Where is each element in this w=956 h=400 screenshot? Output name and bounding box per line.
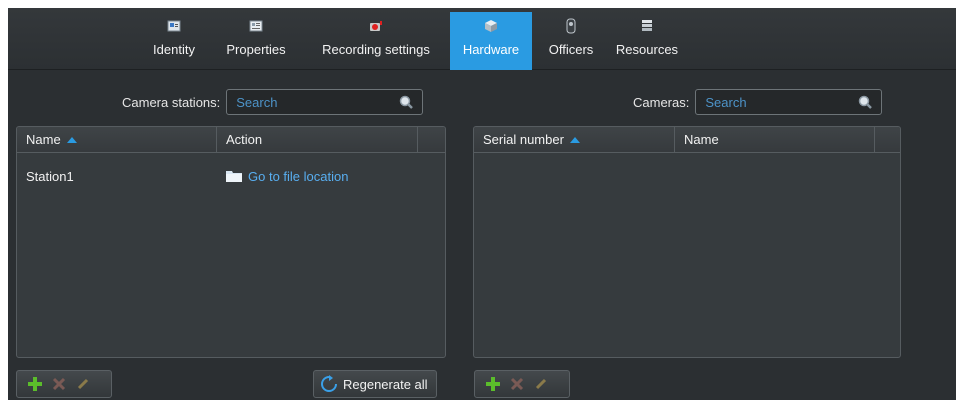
table-header: Serial number Name — [474, 127, 900, 153]
tab-label: Recording settings — [322, 42, 430, 57]
sort-ascending-icon — [569, 136, 580, 143]
tab-label: Identity — [153, 42, 195, 57]
sort-ascending-icon — [66, 136, 77, 143]
delete-camera-button[interactable] — [505, 373, 529, 395]
station-name-cell: Station1 — [26, 168, 74, 184]
delete-station-button[interactable] — [47, 373, 71, 395]
cameras-search-input[interactable] — [705, 94, 846, 110]
properties-icon — [248, 18, 264, 34]
camera-stations-label: Camera stations: — [122, 94, 221, 110]
cameras-table: Serial number Name — [473, 126, 901, 358]
column-header-action[interactable]: Action — [217, 127, 418, 152]
delete-x-icon — [52, 377, 66, 391]
plus-icon — [28, 377, 42, 391]
resources-server-icon — [639, 18, 655, 34]
add-camera-button[interactable] — [481, 373, 505, 395]
add-station-button[interactable] — [23, 373, 47, 395]
hardware-box-icon — [483, 18, 499, 34]
refresh-icon — [321, 375, 337, 392]
tab-properties[interactable]: Properties — [220, 12, 292, 70]
column-label: Action — [226, 132, 263, 147]
column-header-filler — [418, 127, 445, 152]
camera-actions-group — [474, 370, 570, 398]
table-row[interactable]: Station1 Go to file location — [17, 163, 445, 189]
regenerate-label: Regenerate all — [343, 376, 428, 392]
action-cell: Go to file location — [217, 169, 437, 184]
edit-station-button[interactable] — [71, 373, 95, 395]
cameras-search-row: Cameras: — [633, 89, 883, 115]
search-icon[interactable] — [857, 94, 873, 110]
station-actions-group — [16, 370, 112, 398]
cameras-label: Cameras: — [633, 94, 690, 110]
camera-stations-search-box[interactable] — [226, 89, 424, 115]
camera-stations-table: Name Action Station1 Go to file location — [16, 126, 446, 358]
column-header-serial-number[interactable]: Serial number — [474, 127, 675, 152]
regenerate-all-button[interactable]: Regenerate all — [313, 370, 437, 398]
identity-card-icon — [166, 18, 182, 34]
hardware-window: Identity Properties Recording settings H… — [8, 8, 956, 400]
tab-hardware[interactable]: Hardware — [450, 12, 532, 70]
column-label: Serial number — [483, 132, 564, 147]
edit-camera-button[interactable] — [529, 373, 553, 395]
column-header-filler — [875, 127, 900, 152]
tab-recording-settings[interactable]: Recording settings — [312, 12, 440, 70]
search-icon[interactable] — [398, 94, 414, 110]
tab-label: Officers — [548, 42, 594, 57]
tab-officers[interactable]: Officers — [542, 12, 600, 70]
cameras-search-box[interactable] — [695, 89, 883, 115]
column-label: Name — [26, 132, 61, 147]
tab-toolbar: Identity Properties Recording settings H… — [8, 8, 956, 70]
delete-x-icon — [510, 377, 524, 391]
go-to-file-location-link[interactable]: Go to file location — [248, 169, 348, 184]
column-header-name[interactable]: Name — [675, 127, 875, 152]
tab-identity[interactable]: Identity — [148, 12, 200, 70]
column-label: Name — [684, 132, 719, 147]
pencil-icon — [77, 378, 89, 390]
tab-label: Resources — [615, 42, 679, 57]
recording-icon — [368, 18, 384, 34]
plus-icon — [486, 377, 500, 391]
tab-label: Hardware — [462, 42, 520, 57]
pencil-icon — [535, 378, 547, 390]
tab-resources[interactable]: Resources — [612, 12, 682, 70]
table-header: Name Action — [17, 127, 445, 153]
camera-stations-search-input[interactable] — [236, 94, 377, 110]
folder-icon — [226, 170, 242, 182]
tab-label: Properties — [226, 42, 286, 57]
officer-icon — [563, 18, 579, 34]
camera-stations-search-row: Camera stations: — [122, 89, 424, 115]
column-header-name[interactable]: Name — [17, 127, 217, 152]
